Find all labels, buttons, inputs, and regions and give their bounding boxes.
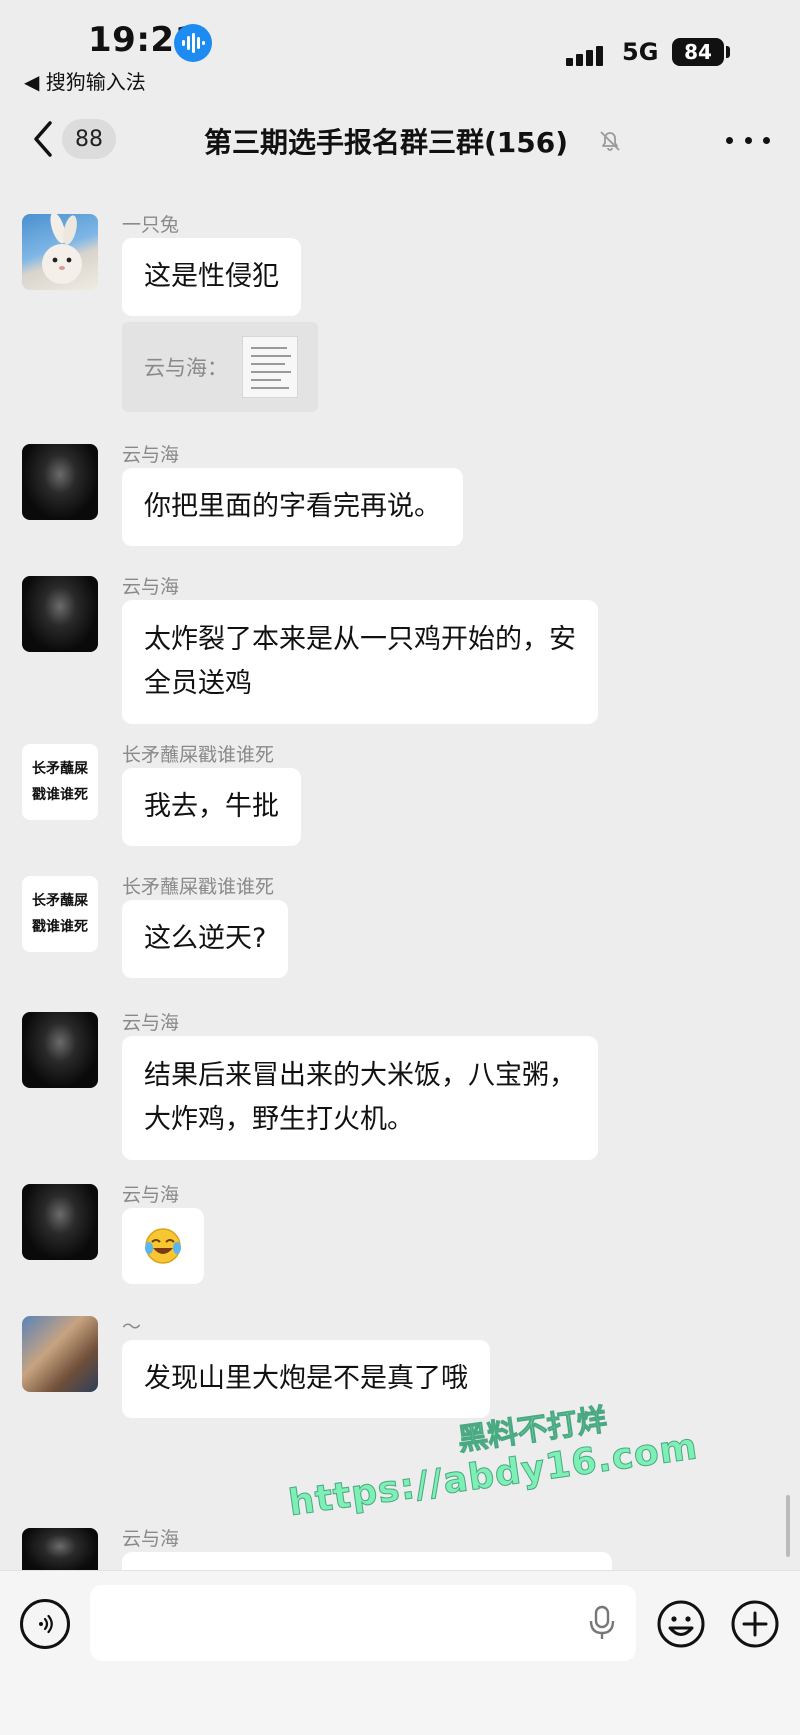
- message-input[interactable]: [90, 1585, 636, 1661]
- sender-name: 云与海: [122, 576, 180, 598]
- sender-name: 长矛蘸屎戳谁谁死: [122, 744, 275, 766]
- plus-circle-icon[interactable]: [730, 1599, 780, 1649]
- message-bubble[interactable]: [122, 1552, 612, 1570]
- message-bubble[interactable]: 这么逆天?: [122, 900, 289, 978]
- avatar-text-line: 长矛蘸屎: [32, 761, 88, 777]
- battery-level: 84: [672, 38, 724, 66]
- unread-count-badge[interactable]: 88: [62, 119, 116, 159]
- voice-input-button[interactable]: [20, 1599, 70, 1649]
- avatar[interactable]: [22, 444, 98, 520]
- avatar[interactable]: [22, 214, 98, 290]
- sender-name: 云与海: [122, 444, 180, 466]
- input-bar: [0, 1570, 800, 1735]
- sender-name: ～: [122, 1316, 142, 1338]
- more-options-button[interactable]: [726, 125, 770, 155]
- message-line: 全员送鸡: [144, 668, 252, 699]
- avatar[interactable]: [22, 1316, 98, 1392]
- message-bubble[interactable]: 这是性侵犯: [122, 238, 301, 316]
- sender-name: 长矛蘸屎戳谁谁死: [122, 876, 275, 898]
- quoted-image-thumbnail[interactable]: [242, 336, 298, 398]
- avatar-text-line: 戳谁谁死: [32, 787, 88, 803]
- message-line: 太炸裂了本来是从一只鸡开始的，安: [144, 624, 576, 655]
- network-type: 5G: [622, 38, 659, 66]
- microphone-icon[interactable]: [586, 1605, 618, 1641]
- message-bubble[interactable]: 太炸裂了本来是从一只鸡开始的，安 全员送鸡: [122, 600, 598, 724]
- back-to-app-link[interactable]: ◀ 搜狗输入法: [24, 66, 146, 95]
- bell-muted-icon: [600, 131, 620, 151]
- sender-name: 云与海: [122, 1528, 180, 1550]
- signal-bars-icon: [566, 46, 603, 66]
- sender-name: 一只兔: [122, 214, 180, 236]
- avatar[interactable]: [22, 1012, 98, 1088]
- avatar[interactable]: [22, 1528, 98, 1574]
- message-bubble[interactable]: 结果后来冒出来的大米饭，八宝粥， 大炸鸡，野生打火机。: [122, 1036, 598, 1160]
- laughing-crying-emoji-icon: [145, 1228, 181, 1264]
- message-bubble[interactable]: [122, 1208, 204, 1284]
- chevron-left-icon[interactable]: [28, 119, 58, 159]
- avatar[interactable]: [22, 1184, 98, 1260]
- sender-name: 云与海: [122, 1184, 180, 1206]
- avatar[interactable]: 长矛蘸屎 戳谁谁死: [22, 876, 98, 952]
- battery-tip: [726, 46, 730, 58]
- message-line: 大炸鸡，野生打火机。: [144, 1104, 414, 1135]
- more-dots-icon: [726, 136, 733, 144]
- smiley-icon[interactable]: [656, 1599, 706, 1649]
- status-bar: 19:21 ◀ 搜狗输入法 5G 84: [0, 0, 800, 95]
- sender-name: 云与海: [122, 1012, 180, 1034]
- page-title: 第三期选手报名群三群(156): [204, 126, 569, 159]
- avatar[interactable]: 长矛蘸屎 戳谁谁死: [22, 744, 98, 820]
- avatar-text-line: 戳谁谁死: [32, 919, 88, 935]
- voice-wave-icon: [174, 24, 212, 62]
- avatar-text-line: 长矛蘸屎: [32, 893, 88, 909]
- message-bubble[interactable]: 你把里面的字看完再说。: [122, 468, 463, 546]
- quote-sender: 云与海：: [144, 356, 228, 380]
- chat-header: 88 第三期选手报名群三群(156): [0, 105, 800, 175]
- message-line: 结果后来冒出来的大米饭，八宝粥，: [144, 1060, 576, 1091]
- avatar[interactable]: [22, 576, 98, 652]
- scrollbar[interactable]: [786, 1495, 790, 1557]
- voice-input-icon: [39, 1614, 53, 1634]
- message-bubble[interactable]: 我去，牛批: [122, 768, 301, 846]
- quoted-message[interactable]: 云与海：: [122, 322, 318, 412]
- message-bubble[interactable]: 发现山里大炮是不是真了哦: [122, 1340, 490, 1418]
